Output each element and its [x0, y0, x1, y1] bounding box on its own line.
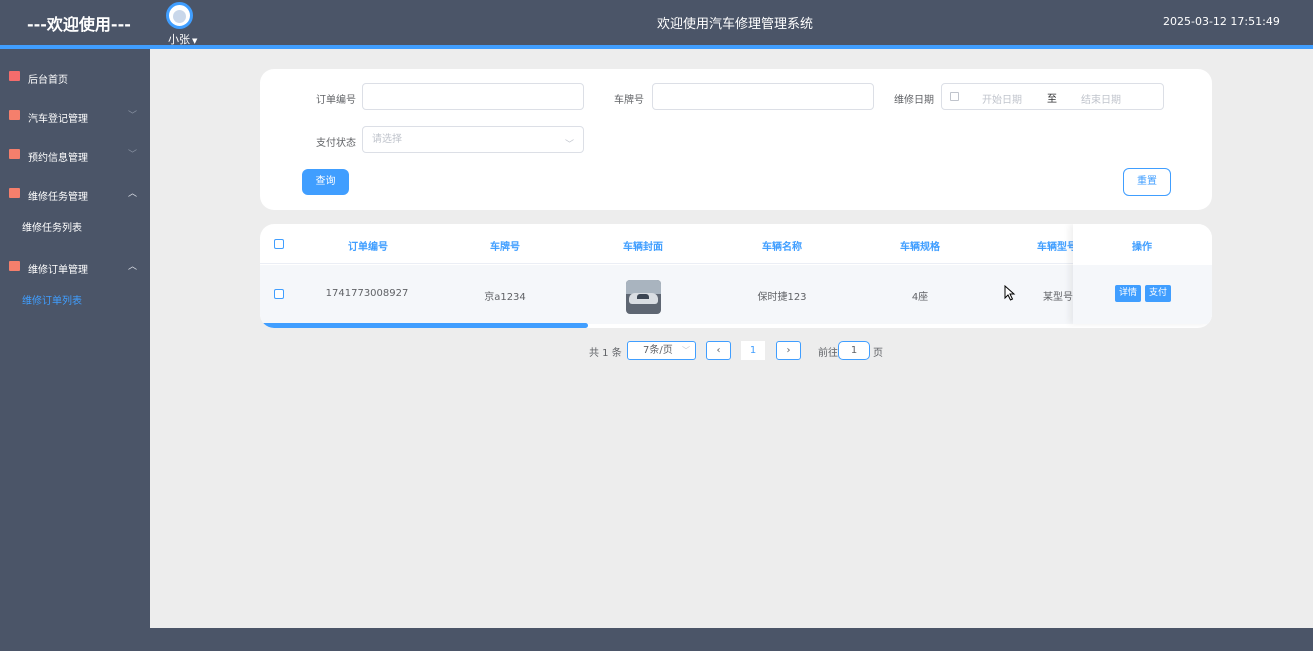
sidebar-item-home[interactable]: 后台首页: [0, 57, 150, 96]
car-name-cell: 保时捷123: [757, 292, 807, 303]
operations-column: 操作 详情 支付: [1073, 224, 1212, 324]
orders-table: 订单编号 车牌号 车辆封面 车辆名称 车辆规格 车辆型号 17417730089…: [260, 224, 1212, 328]
chart-icon: [9, 110, 20, 120]
repair-date-range-picker[interactable]: 开始日期 至 结束日期: [941, 83, 1164, 110]
goto-page-input[interactable]: 1: [838, 341, 870, 360]
chevron-up-icon: ︿: [128, 189, 138, 199]
chevron-right-icon: ›: [786, 345, 791, 356]
sidebar-item-label: 预约信息管理: [28, 153, 88, 164]
order-no-input[interactable]: [362, 83, 584, 110]
page-suffix: 页: [873, 348, 883, 359]
page-size-value: 7条/页: [643, 345, 673, 356]
bottom-bar: [0, 628, 1313, 651]
chevron-down-icon: ﹀: [564, 140, 574, 150]
sidebar-item-label: 维修任务管理: [28, 192, 88, 203]
plate-cell: 京a1234: [484, 292, 526, 303]
calendar-icon: [950, 92, 959, 101]
sidebar-item-label: 后台首页: [28, 75, 68, 86]
sidebar-item-repair-order[interactable]: 维修订单管理 ︿: [0, 247, 150, 286]
sidebar-subitem-repair-task-list[interactable]: 维修任务列表: [0, 211, 150, 247]
caret-down-icon: ▼: [192, 37, 198, 45]
pay-button[interactable]: 支付: [1145, 285, 1172, 302]
date-end-placeholder[interactable]: 结束日期: [1081, 91, 1121, 106]
plate-label: 车牌号: [614, 95, 644, 106]
chart-icon: [9, 149, 20, 159]
prev-page-button[interactable]: ‹: [706, 341, 731, 360]
chevron-down-icon: ﹀: [128, 150, 138, 160]
detail-button[interactable]: 详情: [1115, 285, 1142, 302]
pay-status-label: 支付状态: [316, 138, 356, 149]
page-number-current[interactable]: 1: [741, 341, 765, 360]
row-checkbox[interactable]: [274, 289, 284, 299]
chevron-down-icon: ﹀: [128, 111, 138, 121]
chart-icon: [9, 261, 20, 271]
horizontal-scrollbar[interactable]: [260, 323, 588, 328]
monitor-icon: [9, 71, 20, 81]
pagination-total: 共 1 条: [589, 348, 622, 359]
page-size-select[interactable]: 7条/页 ﹀: [627, 341, 696, 360]
goto-label: 前往: [818, 348, 838, 359]
datetime-display: 2025-03-12 17:51:49: [1163, 15, 1280, 28]
top-header: ---欢迎使用--- 小张 ▼ 欢迎使用汽车修理管理系统 2025-03-12 1…: [0, 0, 1313, 46]
date-start-placeholder[interactable]: 开始日期: [982, 91, 1022, 106]
date-range-separator: 至: [1047, 94, 1057, 105]
chevron-up-icon: ︿: [128, 262, 138, 272]
chevron-down-icon: ﹀: [682, 346, 690, 355]
table-row[interactable]: 1741773008927 京a1234 保时捷123 4座 某型号: [260, 265, 1212, 324]
sidebar-item-label: 维修订单管理: [28, 265, 88, 276]
column-header: 操作: [1132, 242, 1152, 253]
sidebar-item-appointment[interactable]: 预约信息管理 ﹀: [0, 135, 150, 174]
chevron-left-icon: ‹: [716, 345, 721, 356]
column-header[interactable]: 车辆封面: [613, 238, 673, 253]
repair-date-label: 维修日期: [894, 95, 934, 106]
sidebar-item-repair-task[interactable]: 维修任务管理 ︿: [0, 174, 150, 213]
reset-button[interactable]: 重置: [1123, 168, 1171, 196]
pay-status-select[interactable]: 请选择 ﹀: [362, 126, 584, 153]
sidebar-item-label: 汽车登记管理: [28, 114, 88, 125]
chart-icon: [9, 188, 20, 198]
column-header[interactable]: 车牌号: [475, 238, 535, 253]
car-cover-image[interactable]: [626, 280, 661, 314]
table-header: 订单编号 车牌号 车辆封面 车辆名称 车辆规格 车辆型号: [260, 224, 1212, 264]
query-button[interactable]: 查询: [302, 169, 349, 195]
select-all-checkbox[interactable]: [274, 239, 284, 249]
car-spec-cell: 4座: [911, 292, 929, 303]
pay-status-placeholder: 请选择: [372, 134, 402, 145]
column-header[interactable]: 车辆名称: [752, 238, 812, 253]
sidebar: 后台首页 汽车登记管理 ﹀ 预约信息管理 ﹀ 维修任务管理 ︿ 维修任务列表 维…: [0, 49, 150, 628]
order-no-label: 订单编号: [316, 95, 356, 106]
main-content: 订单编号 车牌号 维修日期 开始日期 至 结束日期 支付状态 请选择 ﹀ 查询 …: [150, 49, 1313, 628]
sidebar-subitem-repair-order-list[interactable]: 维修订单列表: [0, 284, 150, 320]
column-header[interactable]: 订单编号: [338, 238, 398, 253]
plate-input[interactable]: [652, 83, 874, 110]
next-page-button[interactable]: ›: [776, 341, 801, 360]
mouse-cursor-icon: [1004, 285, 1016, 301]
column-header[interactable]: 车辆规格: [890, 238, 950, 253]
search-panel: 订单编号 车牌号 维修日期 开始日期 至 结束日期 支付状态 请选择 ﹀ 查询 …: [260, 69, 1212, 210]
order-no-cell: 1741773008927: [325, 288, 409, 299]
sidebar-item-car-registration[interactable]: 汽车登记管理 ﹀: [0, 96, 150, 135]
system-title: 欢迎使用汽车修理管理系统: [656, 17, 813, 32]
